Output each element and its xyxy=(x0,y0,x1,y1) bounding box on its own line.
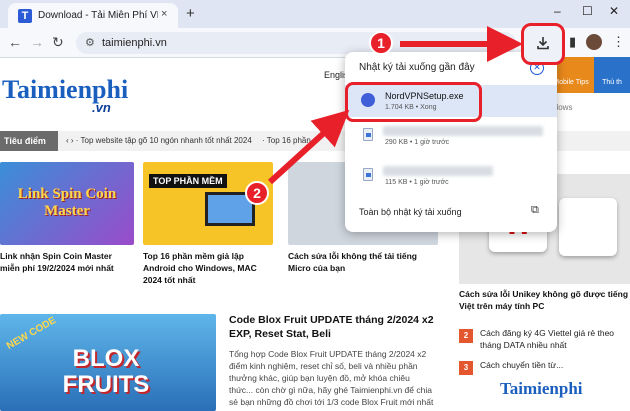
reload-icon[interactable]: ↻ xyxy=(52,34,64,51)
maximize-icon[interactable]: ☐ xyxy=(582,4,593,18)
download-bubble: Nhật ký tải xuống gần đây ✕ NordVPNSetup… xyxy=(345,52,557,232)
sidepanel-icon[interactable]: ▮ xyxy=(569,34,576,50)
article-title[interactable]: Link nhận Spin Coin Master miễn phí 19/2… xyxy=(0,250,134,274)
article-title[interactable]: Cách sửa lỗi không thể tải tiếng Micro c… xyxy=(288,250,438,274)
download-meta: 290 KB • 1 giờ trước xyxy=(385,139,450,146)
blurred-filename xyxy=(383,126,543,136)
highlight-box xyxy=(345,82,482,122)
featured-title[interactable]: Code Blox Fruit UPDATE tháng 2/2024 x2 E… xyxy=(229,313,444,341)
ticker-label: Tiêu điểm xyxy=(0,131,58,151)
ticker-item[interactable]: · Top 16 phần xyxy=(262,136,311,145)
avatar[interactable] xyxy=(586,34,602,50)
address-bar[interactable]: ⚙ taimienphi.vn xyxy=(76,32,516,54)
thumb-caption: TOP PHẦN MỀM xyxy=(149,174,227,188)
back-icon[interactable]: ← xyxy=(8,34,22,50)
featured-description: Tổng hợp Code Blox Fruit UPDATE tháng 2/… xyxy=(229,349,434,407)
url-text: taimienphi.vn xyxy=(102,37,167,49)
thumb-caption: Link Spin Coin Master xyxy=(17,186,117,219)
site-info-icon[interactable]: ⚙ xyxy=(85,36,95,49)
download-meta: 115 KB • 1 giờ trước xyxy=(385,179,449,186)
download-button[interactable] xyxy=(521,23,565,65)
file-icon xyxy=(363,168,373,181)
download-icon xyxy=(537,37,549,50)
sidebar-feature-title[interactable]: Cách sửa lỗi Unikey không gõ được tiếng … xyxy=(459,288,630,312)
all-downloads-link[interactable]: Toàn bộ nhật ký tải xuống xyxy=(359,207,462,217)
close-window-icon[interactable]: ✕ xyxy=(609,4,619,18)
rank-badge: 3 xyxy=(459,361,473,375)
step-badge: 1 xyxy=(369,31,393,55)
rank-badge: 2 xyxy=(459,329,473,343)
tab-label: Thủ th xyxy=(602,79,622,86)
article-thumbnail[interactable]: Link Spin Coin Master xyxy=(0,162,134,245)
tab-label: Mobile Tips xyxy=(553,79,589,86)
article-title[interactable]: Top 16 phần mềm giả lập Android cho Wind… xyxy=(143,250,275,286)
thumb-caption: BLOX FRUITS xyxy=(62,345,150,398)
site-logo-suffix: .vn xyxy=(92,100,111,115)
ticker-item[interactable]: ‹ › · Top website tập gõ 10 ngón nhanh t… xyxy=(66,136,252,145)
new-tab-icon[interactable]: + xyxy=(186,5,195,22)
tab-close-icon[interactable]: × xyxy=(161,8,167,20)
featured-thumbnail[interactable]: NEW CODE BLOX FRUITS xyxy=(0,314,216,411)
download-popup-title: Nhật ký tải xuống gần đây xyxy=(359,62,475,73)
blurred-filename xyxy=(383,166,493,176)
open-external-icon[interactable]: ⧉ xyxy=(531,204,539,217)
menu-icon[interactable]: ⋮ xyxy=(612,34,625,50)
file-icon xyxy=(363,128,373,141)
sidebar-item[interactable]: Cách chuyển tiền từ... xyxy=(480,359,620,371)
tab-thu-thuat[interactable]: Thủ th xyxy=(594,57,630,93)
browser-tab[interactable]: T Download - Tải Miễn Phí VN - P × xyxy=(8,3,178,28)
tab-title: Download - Tải Miễn Phí VN - P xyxy=(38,10,158,21)
minimize-icon[interactable]: – xyxy=(554,4,561,18)
watermark-logo: Taimienphi xyxy=(500,379,583,398)
forward-icon[interactable]: → xyxy=(30,34,44,50)
download-item[interactable]: 115 KB • 1 giờ trước xyxy=(345,160,557,192)
sidebar-item[interactable]: Cách đăng ký 4G Viettel giá rẻ theo thán… xyxy=(480,327,630,351)
download-item[interactable]: 290 KB • 1 giờ trước xyxy=(345,120,557,152)
site-favicon-icon: T xyxy=(18,9,32,23)
step-badge: 2 xyxy=(245,181,269,205)
keyboard-key xyxy=(559,198,617,256)
